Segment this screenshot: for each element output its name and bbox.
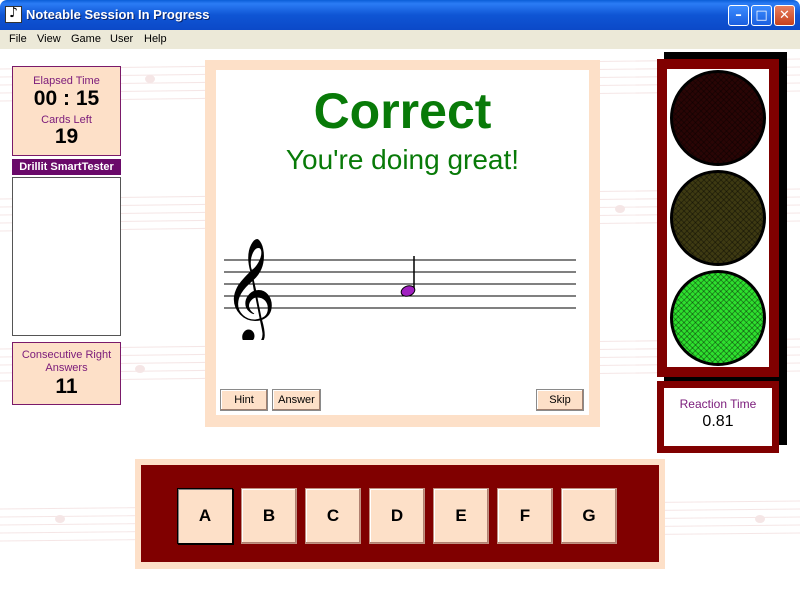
reaction-time-box: Reaction Time 0.81 (664, 388, 772, 446)
menu-bar: File View Game User Help (0, 30, 800, 49)
answer-panel: A B C D E F G (135, 459, 665, 569)
answer-key-e[interactable]: E (433, 488, 489, 544)
elapsed-time-label: Elapsed Time (33, 75, 100, 87)
answer-key-f[interactable]: F (497, 488, 553, 544)
reaction-time-panel: Reaction Time 0.81 (657, 381, 779, 453)
close-button[interactable]: ✕ (774, 5, 795, 26)
elapsed-cards-panel: Elapsed Time 00 : 15 Cards Left 19 (12, 66, 121, 156)
card-face: Correct You're doing great! 𝄞 Hint Answe… (216, 70, 589, 415)
svg-text:𝄞: 𝄞 (224, 237, 276, 340)
menu-user[interactable]: User (110, 33, 133, 45)
consecutive-panel: Consecutive Right Answers 11 (12, 342, 121, 405)
answer-keys: A B C D E F G (141, 465, 659, 562)
menu-help[interactable]: Help (144, 33, 167, 45)
answer-button[interactable]: Answer (272, 389, 321, 411)
hint-button[interactable]: Hint (220, 389, 268, 411)
elapsed-time-value: 00 : 15 (33, 87, 100, 110)
note-head-icon (400, 256, 416, 297)
maximize-button[interactable]: □ (751, 5, 772, 26)
flash-card: Correct You're doing great! 𝄞 Hint Answe… (205, 60, 600, 427)
skip-button[interactable]: Skip (536, 389, 584, 411)
menu-file[interactable]: File (9, 33, 27, 45)
answer-key-a[interactable]: A (177, 488, 233, 544)
result-message: You're doing great! (285, 144, 520, 175)
minimize-button[interactable]: – (728, 5, 749, 26)
answer-key-c[interactable]: C (305, 488, 361, 544)
cards-left-value: 19 (54, 125, 79, 148)
red-light-icon (670, 70, 766, 166)
answer-key-g[interactable]: G (561, 488, 617, 544)
reaction-time-label: Reaction Time (679, 397, 757, 411)
reaction-time-value: 0.81 (702, 413, 734, 430)
answer-key-b[interactable]: B (241, 488, 297, 544)
smarttester-title: Drillit SmartTester (12, 159, 121, 175)
yellow-light-icon (670, 170, 766, 266)
client-area: Elapsed Time 00 : 15 Cards Left 19 Drill… (0, 49, 800, 600)
consecutive-label: Consecutive Right Answers (21, 349, 112, 374)
window-title: Noteable Session In Progress (26, 7, 210, 22)
consecutive-value: 11 (55, 375, 78, 398)
traffic-light-housing (667, 69, 769, 367)
menu-view[interactable]: View (37, 33, 61, 45)
smarttester-panel (12, 177, 121, 336)
traffic-light (657, 59, 779, 377)
title-bar: Noteable Session In Progress – □ ✕ (0, 0, 800, 30)
result-heading: Correct (313, 83, 492, 139)
answer-key-d[interactable]: D (369, 488, 425, 544)
menu-game[interactable]: Game (71, 33, 101, 45)
green-light-icon (670, 270, 766, 366)
treble-clef-icon: 𝄞 (224, 237, 276, 340)
music-staff: 𝄞 (224, 237, 576, 340)
music-note-app-icon (5, 5, 22, 23)
